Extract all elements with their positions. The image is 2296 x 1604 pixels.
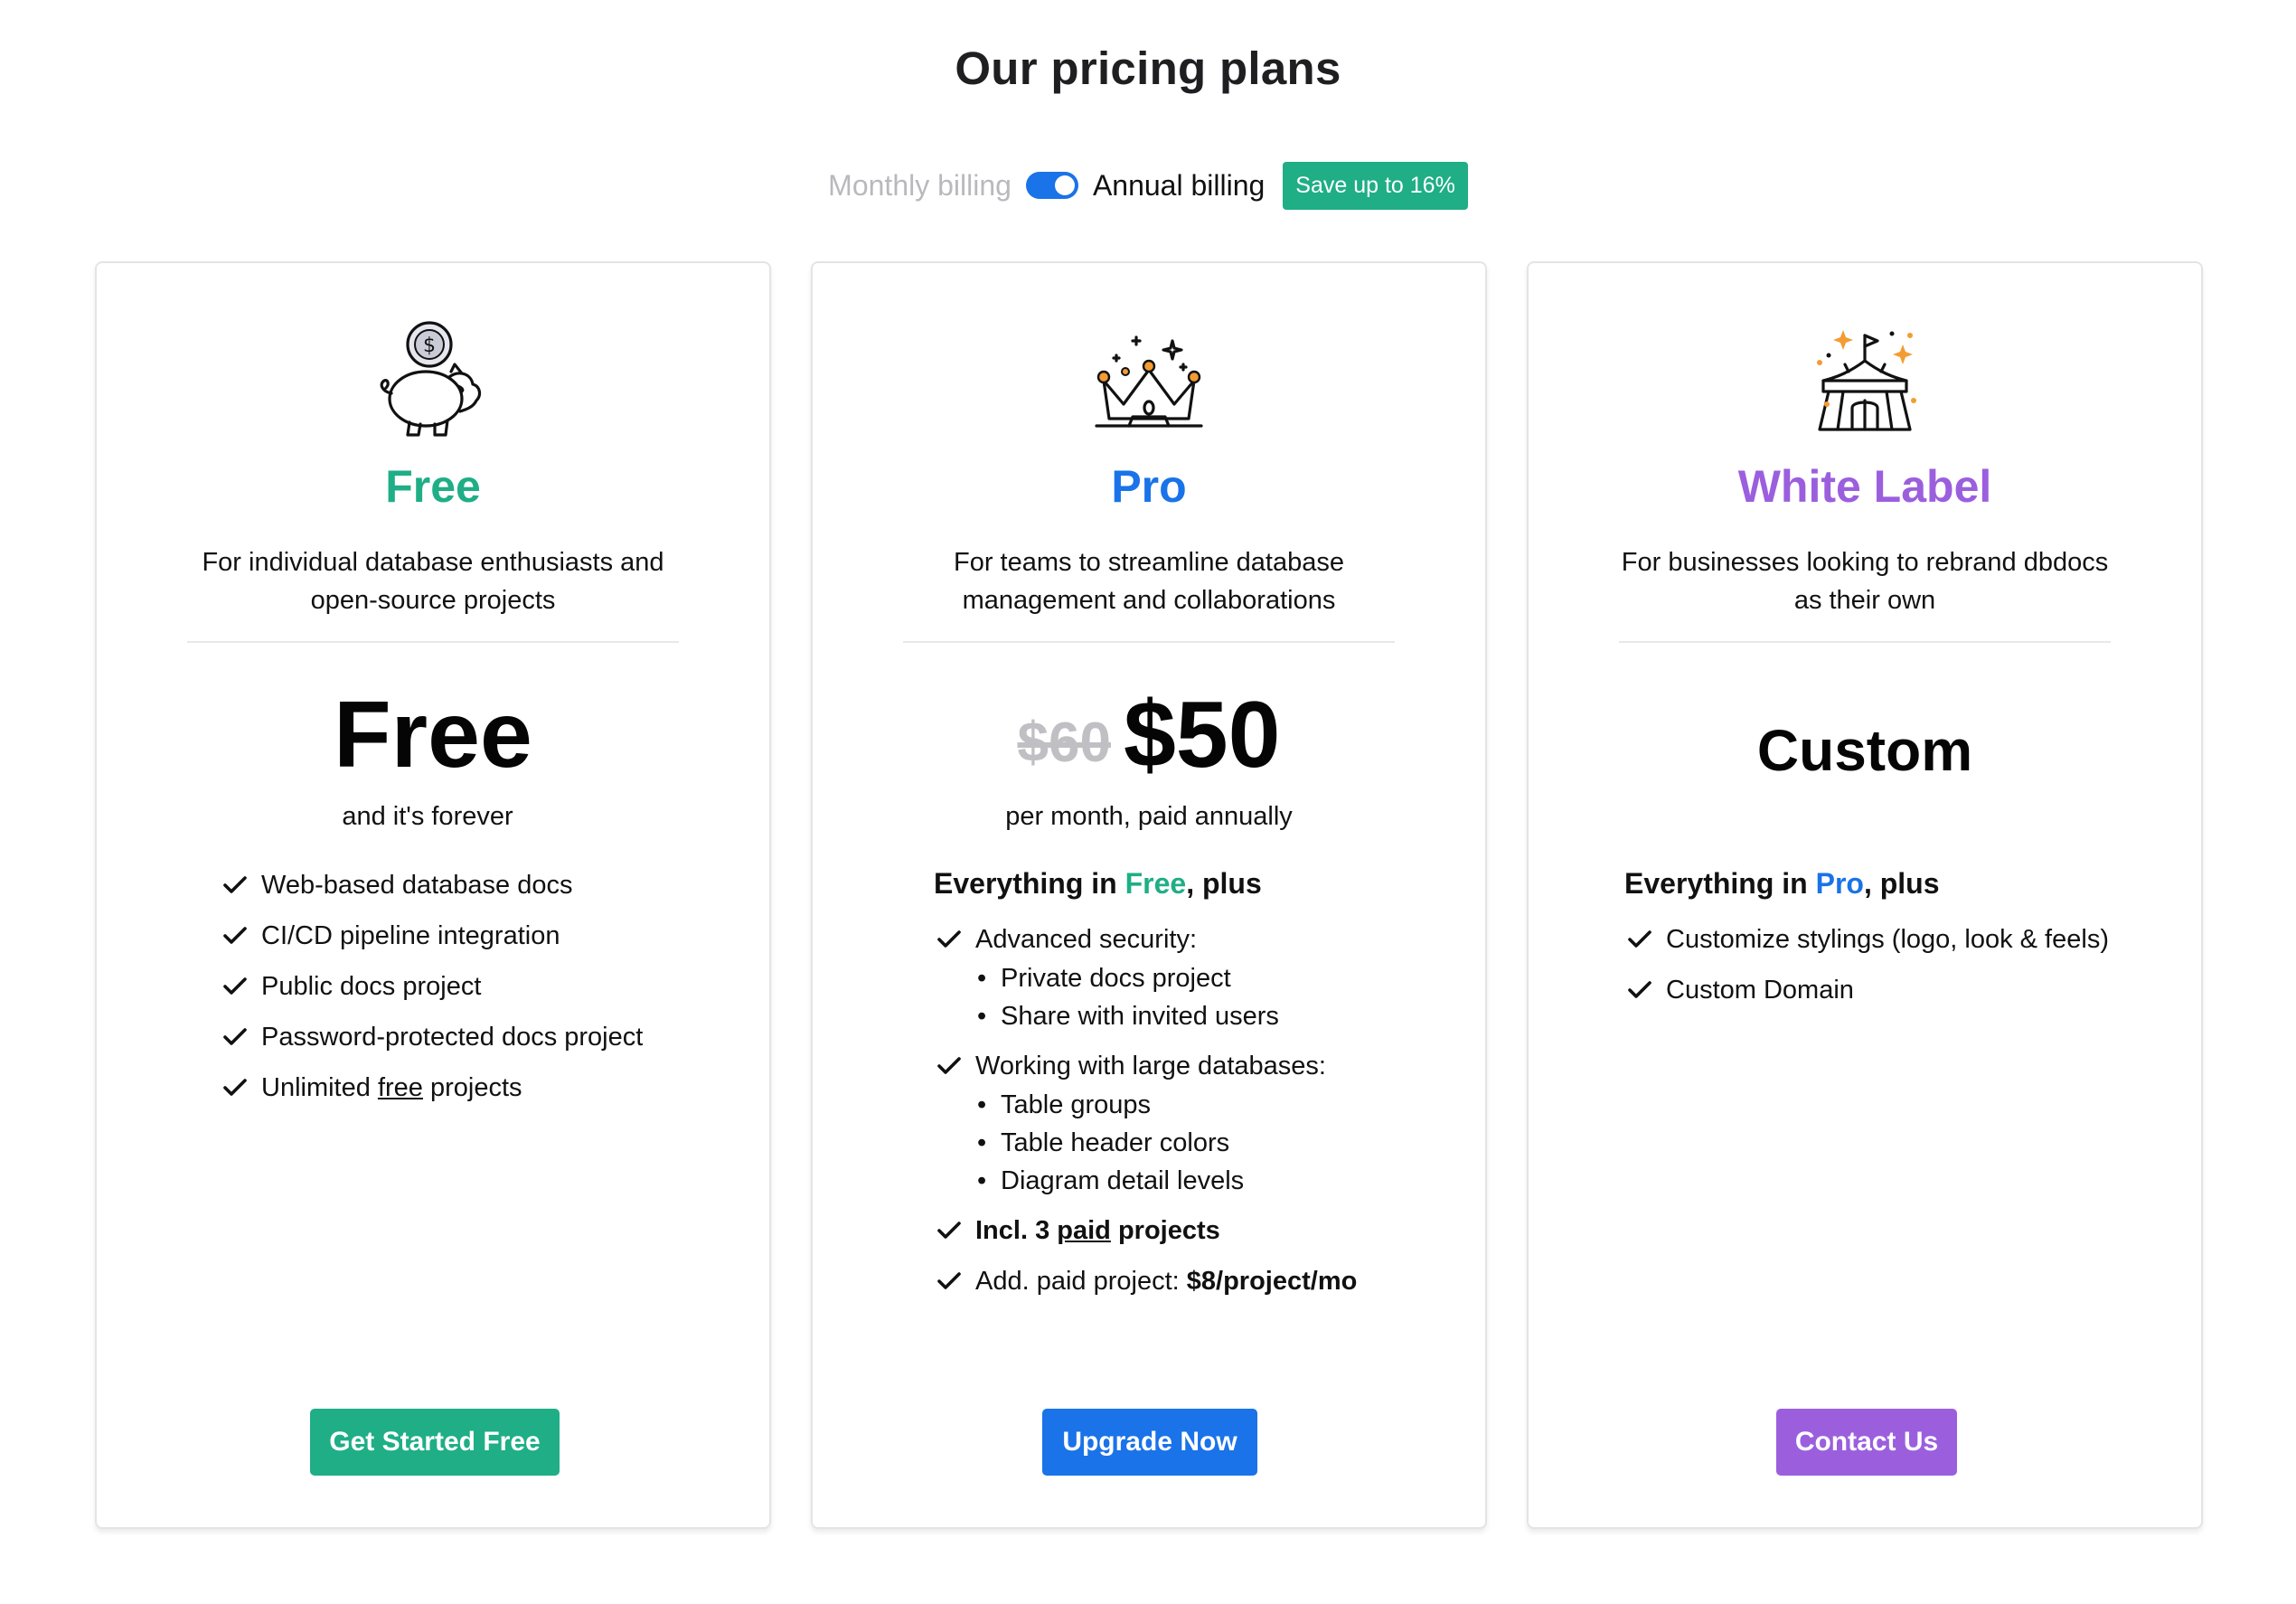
- check-icon: [937, 914, 965, 965]
- upgrade-now-button[interactable]: Upgrade Now: [1042, 1409, 1257, 1476]
- price-white-label: Custom: [1756, 718, 1973, 783]
- feature-text: Working with large databases:: [975, 1052, 1326, 1080]
- check-icon: [223, 1062, 250, 1113]
- get-started-free-button[interactable]: Get Started Free: [310, 1409, 560, 1476]
- billing-toggle-row: Monthly billing Annual billing Save up t…: [0, 159, 2296, 212]
- plan-description-pro: For teams to streamline database managem…: [954, 548, 1344, 615]
- sub-feature-list: Table groups Table header colors Diagram…: [975, 1086, 1431, 1200]
- piggy-bank-icon: $: [380, 321, 482, 437]
- feature-item: Public docs project: [223, 961, 715, 1012]
- old-price: $60: [1017, 712, 1111, 774]
- feature-list-pro: Advanced security: Private docs project …: [937, 914, 1431, 1307]
- plan-card-pro: Pro For teams to streamline database man…: [811, 261, 1487, 1529]
- sub-feature-item: Table groups: [975, 1086, 1431, 1124]
- sub-feature-item: Diagram detail levels: [975, 1162, 1431, 1200]
- circus-tent-icon: [1817, 330, 1916, 431]
- feature-text: Unlimited free projects: [261, 1073, 522, 1102]
- plan-card-white-label: White Label For businesses looking to re…: [1527, 261, 2203, 1529]
- sub-feature-item: Share with invited users: [975, 997, 1431, 1035]
- check-icon: [937, 1041, 965, 1091]
- toggle-knob: [1054, 175, 1075, 195]
- includes-heading-white-label: Everything in Pro, plus: [1624, 867, 1940, 900]
- check-icon: [1628, 914, 1655, 965]
- annual-billing-label[interactable]: Annual billing: [1093, 169, 1265, 203]
- feature-item: Unlimited free projects: [223, 1062, 715, 1113]
- feature-item: Incl. 3 paid projects: [937, 1205, 1431, 1256]
- page-title: Our pricing plans: [955, 42, 1341, 94]
- feature-text: Advanced security:: [975, 925, 1198, 954]
- svg-text:$: $: [423, 335, 436, 357]
- feature-item: Advanced security: Private docs project …: [937, 914, 1431, 1035]
- check-icon: [223, 911, 250, 961]
- feature-item: Custom Domain: [1628, 965, 2183, 1015]
- feature-text: Web-based database docs: [261, 871, 573, 900]
- feature-list-free: Web-based database docs CI/CD pipeline i…: [223, 860, 715, 1113]
- price-note-free: and it's forever: [342, 802, 513, 831]
- billing-toggle[interactable]: [1025, 172, 1078, 199]
- check-icon: [937, 1256, 965, 1307]
- check-icon: [1628, 965, 1655, 1015]
- sub-feature-item: Table header colors: [975, 1124, 1431, 1162]
- plan-description-white-label: For businesses looking to rebrand dbdocs…: [1621, 548, 2109, 615]
- feature-item: Add. paid project: $8/project/mo: [937, 1256, 1431, 1307]
- plan-card-free: $ Free For individual database enthusias…: [95, 261, 771, 1529]
- current-price: $50: [1123, 683, 1281, 788]
- feature-text: Public docs project: [261, 972, 482, 1001]
- feature-item: Working with large databases: Table grou…: [937, 1041, 1431, 1200]
- feature-text: Customize stylings (logo, look & feels): [1666, 925, 2109, 954]
- feature-text: Custom Domain: [1666, 976, 1854, 1005]
- check-icon: [223, 860, 250, 911]
- feature-item: Web-based database docs: [223, 860, 715, 911]
- price-note-pro: per month, paid annually: [1005, 802, 1293, 831]
- plan-name-pro: Pro: [1111, 461, 1187, 512]
- feature-text: Password-protected docs project: [261, 1023, 644, 1052]
- price-free: Free: [334, 683, 532, 788]
- divider: [187, 641, 679, 643]
- feature-item: Password-protected docs project: [223, 1012, 715, 1062]
- paid-link[interactable]: paid: [1057, 1216, 1111, 1245]
- plan-ref-pro: Pro: [1815, 867, 1864, 900]
- sub-feature-list: Private docs project Share with invited …: [975, 959, 1431, 1035]
- monthly-billing-label[interactable]: Monthly billing: [828, 169, 1012, 203]
- check-icon: [223, 1012, 250, 1062]
- price-pro: $60 $50: [813, 681, 1485, 797]
- contact-us-button[interactable]: Contact Us: [1776, 1409, 1957, 1476]
- check-icon: [223, 961, 250, 1012]
- feature-item: Customize stylings (logo, look & feels): [1628, 914, 2183, 965]
- check-icon: [937, 1205, 965, 1256]
- includes-heading-pro: Everything in Free, plus: [934, 867, 1262, 900]
- feature-text: CI/CD pipeline integration: [261, 921, 560, 950]
- divider: [903, 641, 1395, 643]
- feature-text: Incl. 3 paid projects: [975, 1216, 1220, 1245]
- free-link[interactable]: free: [378, 1073, 423, 1102]
- divider: [1619, 641, 2111, 643]
- feature-item: CI/CD pipeline integration: [223, 911, 715, 961]
- plan-ref-free: Free: [1124, 867, 1187, 900]
- plan-description-free: For individual database enthusiasts and …: [202, 548, 664, 615]
- crown-icon: [1095, 335, 1203, 428]
- feature-text: Add. paid project: $8/project/mo: [975, 1267, 1358, 1296]
- plan-name-white-label: White Label: [1737, 461, 1992, 512]
- feature-list-white-label: Customize stylings (logo, look & feels) …: [1628, 914, 2183, 1015]
- sub-feature-item: Private docs project: [975, 959, 1431, 997]
- plan-name-free: Free: [385, 461, 481, 512]
- save-badge: Save up to 16%: [1283, 161, 1468, 210]
- pricing-page: Our pricing plans Monthly billing Annual…: [0, 0, 2296, 1604]
